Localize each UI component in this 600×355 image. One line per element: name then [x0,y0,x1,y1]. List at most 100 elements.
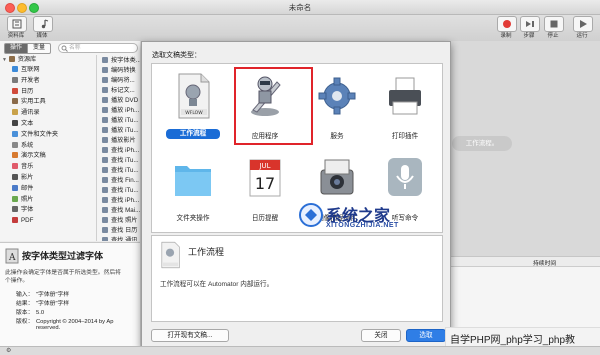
type-service-label: 服务 [330,133,344,140]
duration-column-header: 持续时间 [533,261,557,267]
library-icon [12,19,22,29]
calendar-icon: JUL 17 [249,159,281,197]
action-label: 查找 Mai... [111,207,140,214]
media-label: 媒体 [36,33,48,39]
open-existing-button[interactable]: 打开现有文稿... [151,329,229,342]
action-label: 查找 通讯 [111,237,138,241]
banner-text: 自学PHP网_php学习_php教 [450,335,576,346]
action-item[interactable]: 查找 iTu... [102,186,139,195]
close-button[interactable]: 关闭 [361,329,401,342]
action-label: 查找 照片 [111,217,138,224]
play-icon [580,20,587,28]
action-icon [102,207,108,213]
action-icon [102,147,108,153]
detail-title: 工作流程 [188,247,225,257]
description-field: 版权： Copyright © 2004–2014 by Ap [16,316,113,325]
tab-actions[interactable]: 操作 [4,43,28,54]
detail-text: 工作流程可以在 Automator 内部运行。 [160,281,274,288]
type-detail-panel: 工作流程 工作流程可以在 Automator 内部运行。 [151,235,443,322]
action-icon [102,117,108,123]
type-workflow[interactable]: WFLOW 工作流程 [159,68,227,148]
sheet-heading: 选取文稿类型： [152,52,201,59]
action-item[interactable]: 播放 iTu... [102,116,139,125]
microphone-icon [388,158,422,196]
site-logo-icon [299,203,323,227]
action-icon [102,127,108,133]
printer-icon [389,77,421,115]
svg-text:A: A [8,253,16,263]
choose-button[interactable]: 选取 [406,329,446,342]
library-search-input[interactable]: 名称 [58,43,138,53]
description-field: 结果： "字体册"字样 [16,298,69,307]
action-item[interactable]: 查找 日历 [102,226,137,235]
record-button[interactable] [497,16,517,32]
media-button[interactable] [33,16,53,32]
library-toggle-button[interactable] [7,16,27,32]
action-icon [102,197,108,203]
library-panel: 操作 变量 名称 ▼ 资源库 互联网 开发者 日历 实用工具 通讯录 文本 文件和文件夹 系统… [0,41,141,241]
action-label: 查找 iTu... [111,157,139,164]
action-icon [102,187,108,193]
type-service[interactable]: 服务 [303,68,371,148]
action-item[interactable]: 播放 iTu... [102,126,139,135]
action-item[interactable]: 查找 Mai... [102,206,140,215]
action-item[interactable]: 查找 Fin... [102,176,139,185]
field-key: 输入： [16,292,34,298]
type-folder-action[interactable]: 文件夹操作 [159,150,227,230]
action-item[interactable]: 查找 iPh... [102,146,139,155]
type-calendar-alarm-label: 日历提醒 [251,215,279,222]
search-placeholder: 名称 [69,45,81,51]
action-item[interactable]: 查找 iPh... [102,196,139,205]
stop-icon [550,20,558,28]
action-item[interactable]: 查找 照片 [102,216,137,225]
action-label: 查找 iPh... [111,147,140,154]
action-item[interactable]: 编码将... [102,76,135,85]
step-button[interactable] [520,16,540,32]
type-print-plugin[interactable]: 打印插件 [371,68,439,148]
type-folder-action-label: 文件夹操作 [176,215,210,222]
action-label: 查找 Fin... [111,177,139,184]
action-icon [102,87,108,93]
calendar-day: 17 [255,174,275,193]
action-icon [102,137,108,143]
action-item[interactable]: 查找 iTu... [102,166,139,175]
action-label: 查找 iPh... [111,197,140,204]
workflow-icon: WFLOW [178,73,210,119]
action-item[interactable]: 查找 通讯 [102,236,137,241]
field-value: reserved. [36,325,61,331]
settings-gear-icon[interactable]: ⚙ [6,347,11,354]
action-item[interactable]: 查找 iTu... [102,156,139,165]
action-item[interactable]: 编码转换 [102,66,136,75]
music-note-icon [41,19,49,29]
action-label: 播放 iTu... [111,127,139,134]
action-item[interactable]: 按字体类... [102,56,140,65]
description-field: 版本： 5.0 [16,307,44,316]
type-print-plugin-label: 打印插件 [391,133,419,140]
action-label: 播放 DVD [111,97,139,104]
stop-button[interactable] [544,16,564,32]
image-capture-icon [320,159,354,195]
gear-icon [318,77,356,115]
action-icon [102,227,108,233]
action-item[interactable]: 标记文... [102,86,135,95]
action-label: 播放影片 [111,137,136,144]
action-list: 按字体类... 编码转换 编码将... 标记文... 播放 DVD 播放 iPh... 播放… [0,55,140,241]
action-icon [102,97,108,103]
description-field: reserved. [16,325,60,331]
font-action-icon: A [5,248,19,264]
action-icon [102,177,108,183]
type-calendar-alarm[interactable]: JUL 17 日历提醒 [231,150,299,230]
record-icon [503,20,511,28]
workflow-detail-icon [161,241,180,269]
run-button[interactable] [573,16,593,32]
action-item[interactable]: 播放 iPh... [102,106,139,115]
action-label: 查找 iTu... [111,167,139,174]
toolbar: 资料库 媒体 录制 步骤 停止 运行 [0,15,600,42]
log-header: 持续时间 [449,257,600,267]
action-description: A 按字体类型过滤字体 此操作会确定字体是否属于所选类型。然后将 个操作。 输入… [0,242,140,347]
tab-variables[interactable]: 变量 [27,43,51,54]
action-item[interactable]: 播放 DVD [102,96,138,105]
step-icon [526,21,534,27]
action-item[interactable]: 播放影片 [102,136,136,145]
action-label: 查找 日历 [111,227,138,234]
